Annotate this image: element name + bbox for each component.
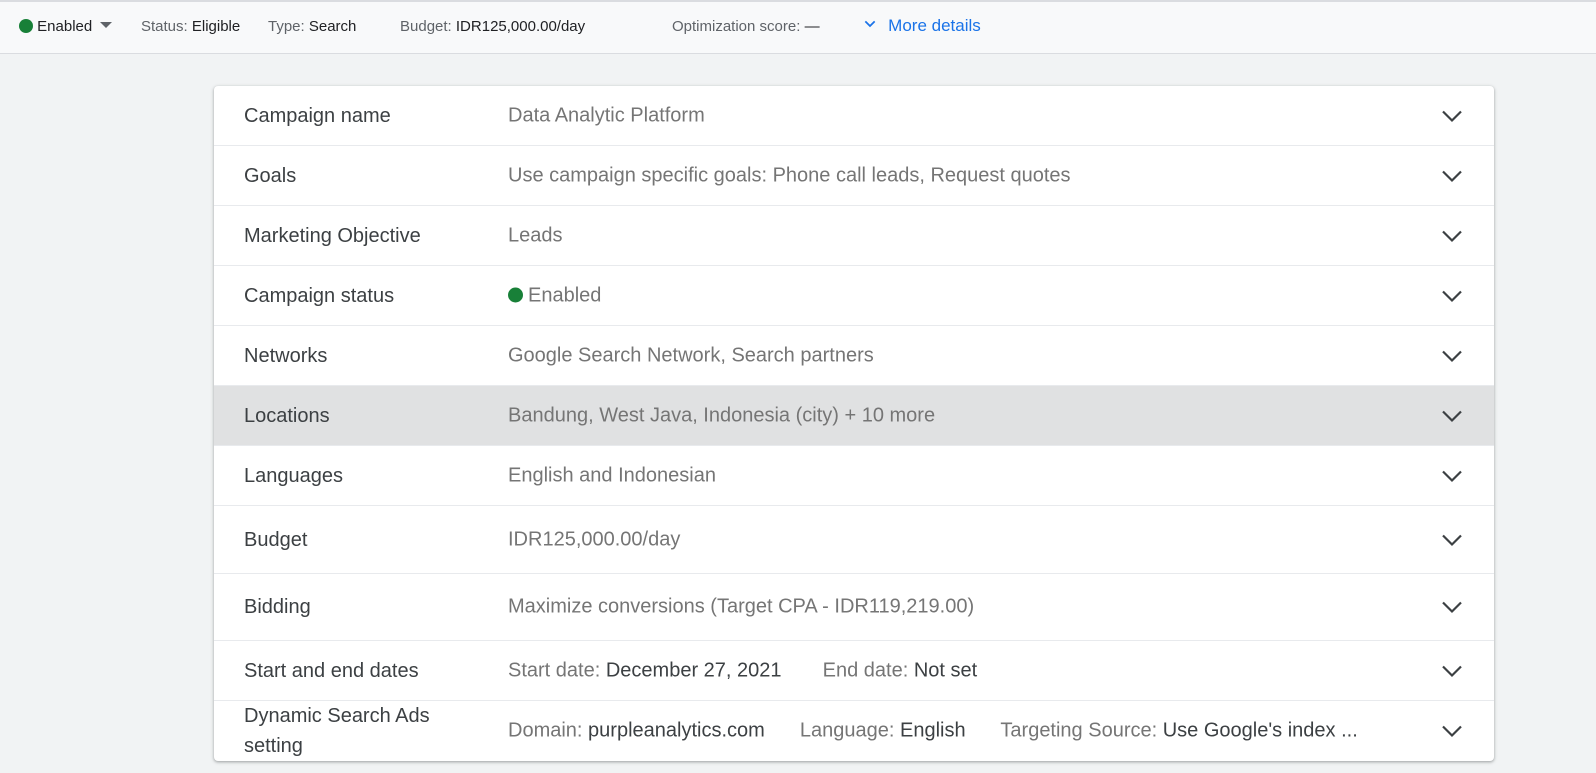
more-details-link[interactable]: More details xyxy=(862,16,981,37)
setting-label: Locations xyxy=(244,404,330,427)
setting-value: Bandung, West Java, Indonesia (city) + 1… xyxy=(508,404,936,426)
optimization-key: Optimization score: xyxy=(672,18,801,35)
setting-row-marketing-objective[interactable]: Marketing Objective Leads xyxy=(214,206,1494,266)
language-value: English xyxy=(900,719,966,742)
chevron-down-icon[interactable] xyxy=(1440,344,1464,368)
setting-row-start-end-dates[interactable]: Start and end dates Start date: December… xyxy=(214,641,1494,701)
setting-value: Maximize conversions (Target CPA - IDR11… xyxy=(508,595,975,618)
setting-label: Campaign status xyxy=(244,284,395,307)
chevron-down-icon[interactable] xyxy=(1440,528,1464,552)
chevron-down-icon[interactable] xyxy=(1440,464,1464,488)
type-value: Search xyxy=(308,18,357,35)
targeting-source-value: Use Google's index ... xyxy=(1162,719,1358,742)
more-details-label: More details xyxy=(888,16,981,35)
setting-label: Dynamic Search Ads setting xyxy=(244,705,430,757)
end-date-key: End date: xyxy=(822,659,909,681)
status-value: Eligible xyxy=(191,18,241,35)
setting-value: Data Analytic Platform xyxy=(508,104,705,126)
budget-value: IDR125,000.00/day xyxy=(455,18,586,35)
chevron-down-icon[interactable] xyxy=(1440,224,1464,248)
budget-info: Budget: IDR125,000.00/day xyxy=(400,17,585,37)
campaign-settings-card: Campaign name Data Analytic Platform Goa… xyxy=(214,86,1494,761)
campaign-summary-bar: Enabled Status: Eligible Type: Search Bu… xyxy=(0,0,1596,54)
setting-value: Enabled xyxy=(528,284,602,306)
setting-value-wrap: Enabled xyxy=(508,284,601,307)
chevron-down-icon[interactable] xyxy=(1440,404,1464,428)
setting-label: Budget xyxy=(244,528,308,551)
chevron-down-icon xyxy=(864,20,876,28)
optimization-value: — xyxy=(804,18,820,35)
setting-row-dynamic-search-ads[interactable]: Dynamic Search Ads setting Domain: purpl… xyxy=(214,701,1494,761)
setting-label: Marketing Objective xyxy=(244,224,421,247)
chevron-down-icon[interactable] xyxy=(1440,595,1464,619)
language-key: Language: xyxy=(799,719,895,742)
setting-label: Goals xyxy=(244,164,297,187)
setting-value-wrap: Domain: purpleanalytics.com Language: En… xyxy=(508,720,1358,743)
start-date-value: December 27, 2021 xyxy=(605,659,782,681)
chevron-down-icon[interactable] xyxy=(1440,164,1464,188)
status-key: Status: xyxy=(141,18,188,35)
enabled-status-icon xyxy=(19,19,33,33)
setting-label: Bidding xyxy=(244,596,311,618)
status-info: Status: Eligible xyxy=(141,17,240,37)
setting-value: Google Search Network, Search partners xyxy=(508,344,874,366)
setting-row-campaign-name[interactable]: Campaign name Data Analytic Platform xyxy=(214,86,1494,146)
setting-row-languages[interactable]: Languages English and Indonesian xyxy=(214,446,1494,506)
end-date-value: Not set xyxy=(913,659,978,681)
setting-value: Leads xyxy=(508,224,563,246)
domain-key: Domain: xyxy=(508,719,583,742)
setting-row-locations[interactable]: Locations Bandung, West Java, Indonesia … xyxy=(214,386,1494,446)
domain-value: purpleanalytics.com xyxy=(588,719,765,742)
setting-value: Use campaign specific goals: Phone call … xyxy=(508,164,1071,186)
setting-value-wrap: Start date: December 27, 2021 End date: … xyxy=(508,659,977,682)
budget-key: Budget: xyxy=(400,18,452,35)
setting-row-networks[interactable]: Networks Google Search Network, Search p… xyxy=(214,326,1494,386)
setting-label: Networks xyxy=(244,344,328,367)
setting-label: Languages xyxy=(244,464,343,487)
type-info: Type: Search xyxy=(268,17,356,37)
setting-row-campaign-status[interactable]: Campaign status Enabled xyxy=(214,266,1494,326)
dropdown-arrow-icon xyxy=(100,22,113,28)
setting-row-goals[interactable]: Goals Use campaign specific goals: Phone… xyxy=(214,146,1494,206)
setting-label: Start and end dates xyxy=(244,659,419,682)
targeting-source-key: Targeting Source: xyxy=(1000,719,1158,742)
type-key: Type: xyxy=(268,18,305,35)
chevron-down-icon[interactable] xyxy=(1440,284,1464,308)
setting-value: English and Indonesian xyxy=(508,464,716,486)
setting-row-bidding[interactable]: Bidding Maximize conversions (Target CPA… xyxy=(214,574,1494,641)
optimization-score: Optimization score: — xyxy=(672,17,820,37)
enabled-status-icon xyxy=(508,287,523,302)
chevron-down-icon[interactable] xyxy=(1440,719,1464,743)
setting-row-budget[interactable]: Budget IDR125,000.00/day xyxy=(214,506,1494,574)
chevron-down-icon[interactable] xyxy=(1440,659,1464,683)
setting-label: Campaign name xyxy=(244,104,391,127)
setting-value: IDR125,000.00/day xyxy=(508,528,681,550)
status-dropdown[interactable]: Enabled xyxy=(19,17,113,37)
chevron-down-icon[interactable] xyxy=(1440,104,1464,128)
start-date-key: Start date: xyxy=(508,659,601,681)
status-dropdown-label: Enabled xyxy=(37,18,93,35)
